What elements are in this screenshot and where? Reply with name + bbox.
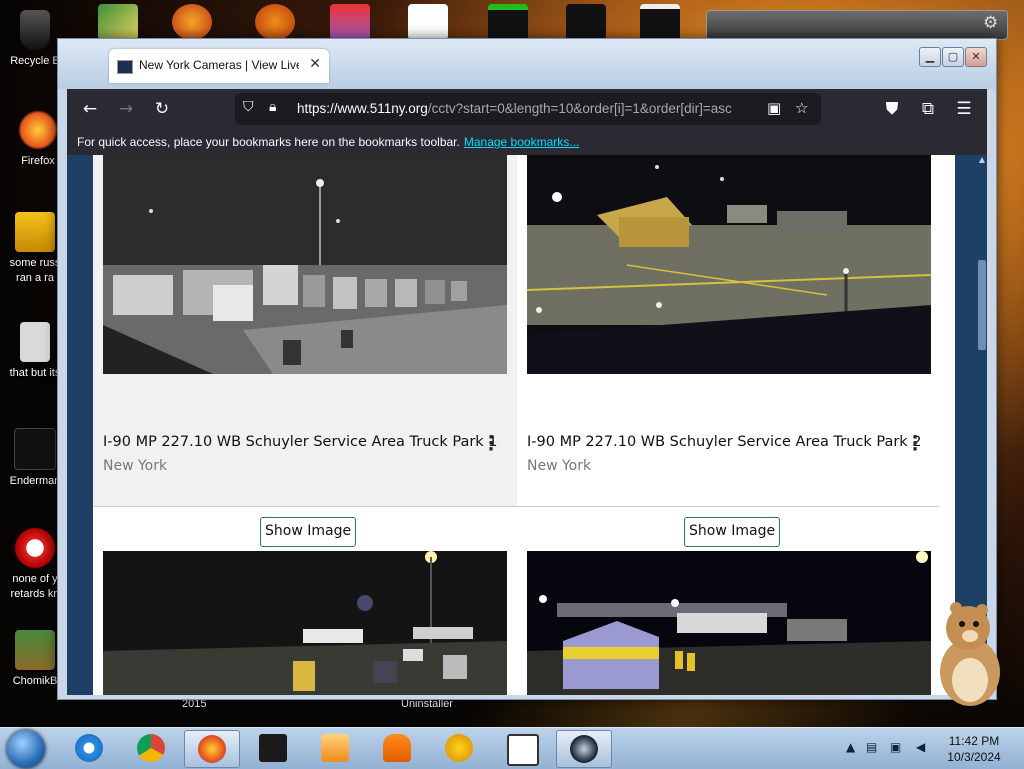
navigation-toolbar: ← → ↻ ⛉ 🔒︎ https://www.511ny.org/cctv?st… — [67, 89, 987, 129]
back-arrow-icon[interactable]: ← — [79, 98, 101, 120]
video-file-icon — [15, 212, 55, 252]
url-host: https://www.511ny.org — [297, 101, 428, 116]
show-image-button[interactable]: Show Image — [260, 517, 357, 547]
desktop-top-icon[interactable] — [330, 4, 370, 40]
tab-close-icon[interactable]: ✕ — [309, 56, 321, 72]
browser-window: New York Cameras | View Live N ✕ ▁ ▢ ✕ ←… — [57, 38, 997, 700]
camera-location: New York — [103, 458, 168, 474]
taskbar-firefox[interactable] — [184, 730, 240, 768]
url-bar[interactable]: ⛉ 🔒︎ https://www.511ny.org/cctv?start=0&… — [235, 93, 821, 125]
media-player-icon — [321, 734, 349, 762]
scroll-up-icon[interactable]: ▲ — [977, 155, 987, 164]
title-bar: New York Cameras | View Live N ✕ ▁ ▢ ✕ — [58, 39, 996, 89]
clock-time: 11:42 PM — [948, 734, 1000, 748]
desktop-top-icon[interactable] — [172, 4, 212, 40]
reader-view-icon[interactable]: ▣ — [767, 99, 781, 117]
black-box-icon — [259, 734, 287, 762]
taskbar-app-box[interactable] — [246, 730, 300, 766]
camera-location: New York — [527, 458, 592, 474]
reload-icon[interactable]: ↻ — [151, 98, 173, 120]
desktop-gadget[interactable] — [706, 10, 1008, 40]
monitor-icon[interactable]: ▣ — [890, 740, 901, 754]
desktop-top-icon[interactable] — [408, 4, 448, 40]
bookmarks-toolbar: For quick access, place your bookmarks h… — [67, 129, 987, 155]
desktop-top-icon[interactable] — [255, 4, 295, 40]
url-path: /cctv?start=0&length=10&order[i]=1&order… — [427, 101, 732, 116]
maximize-button[interactable]: ▢ — [942, 47, 964, 67]
menu-icon[interactable]: ☰ — [953, 98, 975, 120]
start-button[interactable] — [7, 730, 45, 768]
more-options-icon[interactable]: · · · — [486, 429, 496, 459]
taskbar-vlc[interactable] — [370, 730, 424, 766]
page-content: I-90 MP 227.10 WB Schuyler Service Area … — [93, 155, 955, 695]
desktop-top-icon[interactable] — [98, 4, 138, 40]
camera-image[interactable] — [103, 551, 507, 695]
network-icon[interactable]: ▤ — [866, 740, 877, 754]
enderman-icon — [14, 428, 56, 470]
camera-title[interactable]: I-90 MP 227.10 WB Schuyler Service Area … — [527, 434, 922, 450]
camera-title[interactable]: I-90 MP 227.10 WB Schuyler Service Area … — [103, 434, 498, 450]
close-button[interactable]: ✕ — [965, 47, 987, 67]
taskbar-calendar[interactable] — [494, 730, 548, 766]
page-viewport: I-90 MP 227.10 WB Schuyler Service Area … — [67, 155, 977, 695]
gear-icon[interactable]: ⚙ — [983, 13, 998, 33]
hamster-desktop-pet[interactable] — [932, 600, 1008, 708]
firefox-icon — [198, 735, 226, 763]
internet-explorer-icon — [75, 734, 103, 762]
clock-date: 10/3/2024 — [947, 750, 1001, 764]
scroll-thumb[interactable] — [978, 260, 986, 350]
vlc-icon — [383, 734, 411, 762]
show-hidden-icons-icon[interactable]: ▲ — [846, 740, 855, 754]
browser-tab[interactable]: New York Cameras | View Live N ✕ — [109, 49, 329, 83]
volume-icon[interactable]: ◀ — [916, 740, 925, 754]
camera-image[interactable] — [527, 155, 931, 374]
minimize-button[interactable]: ▁ — [919, 47, 941, 67]
camera-image[interactable] — [527, 551, 931, 695]
bookmarks-message: For quick access, place your bookmarks h… — [77, 135, 460, 149]
steam-icon — [570, 735, 598, 763]
chomik-icon — [15, 630, 55, 670]
taskbar-media-player[interactable] — [308, 730, 362, 766]
tab-title: New York Cameras | View Live N — [139, 58, 299, 72]
taskbar-internet-explorer[interactable] — [62, 730, 116, 766]
site-favicon-icon — [117, 60, 133, 74]
extensions-icon[interactable]: ⧉ — [917, 98, 939, 120]
forward-arrow-icon[interactable]: → — [115, 98, 137, 120]
recycle-bin-icon — [20, 10, 50, 50]
app-icon — [15, 528, 55, 568]
show-image-button[interactable]: Show Image — [684, 517, 781, 547]
lock-icon[interactable]: 🔒︎ — [269, 99, 276, 115]
system-clock[interactable]: 11:42 PM 10/3/2024 — [944, 733, 1004, 765]
firefox-icon — [18, 110, 58, 150]
taskbar-steam[interactable] — [556, 730, 612, 768]
camera-image[interactable] — [103, 155, 507, 374]
desktop-top-icon[interactable] — [566, 4, 606, 40]
more-options-icon[interactable]: · · · — [910, 429, 920, 459]
tracking-shield-icon[interactable]: ⛉ — [243, 99, 254, 115]
calendar-icon — [507, 734, 539, 766]
aimp-icon — [445, 734, 473, 762]
taskbar-aimp[interactable] — [432, 730, 486, 766]
bookmark-star-icon[interactable]: ☆ — [795, 99, 808, 117]
url-text[interactable]: https://www.511ny.org/cctv?start=0&lengt… — [297, 101, 767, 116]
taskbar-chrome[interactable] — [124, 730, 178, 766]
manage-bookmarks-link[interactable]: Manage bookmarks... — [464, 135, 579, 149]
row-divider — [93, 506, 939, 507]
pocket-icon[interactable]: ⛊ — [881, 98, 903, 120]
chrome-icon — [137, 734, 165, 762]
file-icon — [20, 322, 50, 362]
taskbar: ▲ ▤ ▣ ◀ 11:42 PM 10/3/2024 — [0, 727, 1024, 769]
